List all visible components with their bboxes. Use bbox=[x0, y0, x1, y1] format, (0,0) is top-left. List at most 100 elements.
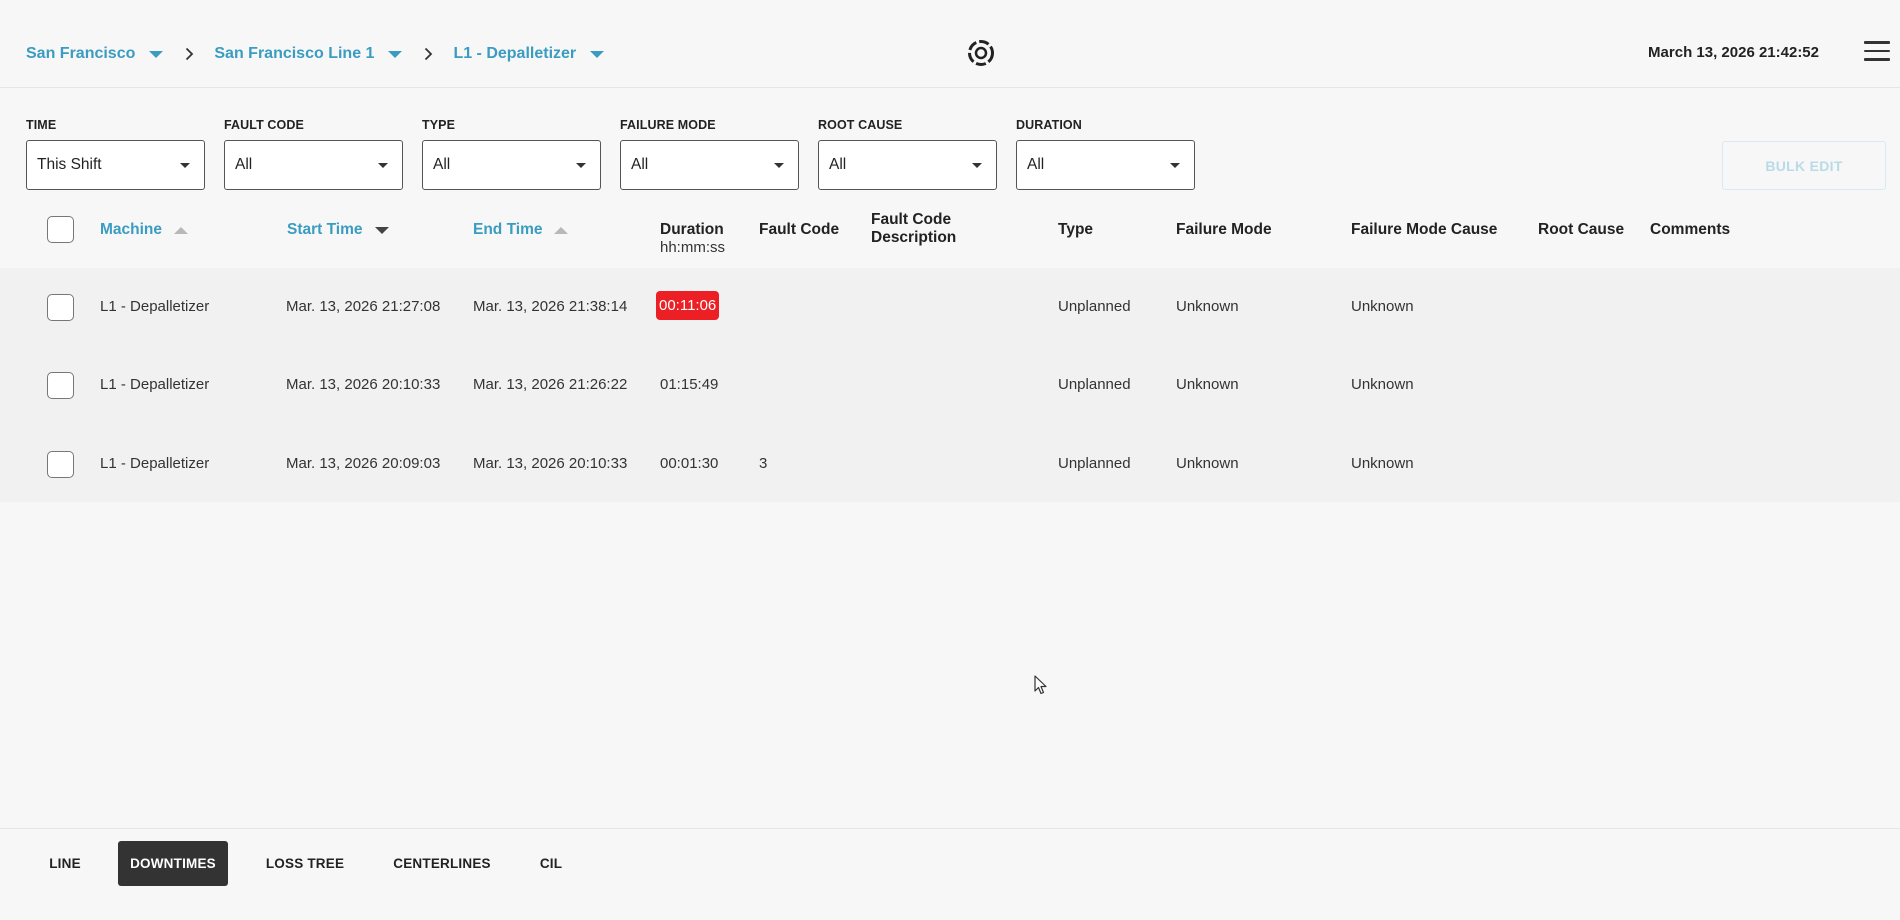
filter-failure-mode-value: All bbox=[631, 156, 649, 173]
current-datetime: March 13, 2026 21:42:52 bbox=[1648, 44, 1819, 61]
chevron-right-icon bbox=[424, 47, 433, 61]
column-header-fault-code-description: Fault Code Description bbox=[871, 211, 956, 247]
row-failure-mode: Unknown bbox=[1176, 376, 1239, 393]
bottom-nav: LINE DOWNTIMES LOSS TREE CENTERLINES CIL bbox=[0, 828, 1900, 920]
filter-time: TIME This Shift bbox=[26, 118, 205, 190]
column-header-fault-code-description-line2: Description bbox=[871, 229, 957, 246]
filter-duration-select[interactable]: All bbox=[1016, 140, 1195, 190]
chevron-down-icon bbox=[388, 50, 403, 58]
breadcrumb-machine-label: L1 - Depalletizer bbox=[453, 45, 577, 62]
row-fault-code: 3 bbox=[759, 455, 768, 472]
row-failure-mode: Unknown bbox=[1176, 455, 1239, 472]
row-checkbox[interactable] bbox=[47, 372, 74, 399]
row-end-time: Mar. 13, 2026 21:38:14 bbox=[473, 298, 628, 315]
filter-failure-mode-select[interactable]: All bbox=[620, 140, 799, 190]
filter-time-label: TIME bbox=[26, 118, 57, 132]
breadcrumb-line[interactable]: San Francisco Line 1 bbox=[214, 45, 403, 63]
breadcrumb-site-label: San Francisco bbox=[26, 45, 136, 62]
chevron-down-icon bbox=[576, 163, 586, 168]
filter-duration-value: All bbox=[1027, 156, 1045, 173]
filter-fault-code-value: All bbox=[235, 156, 253, 173]
filter-root-cause-label: ROOT CAUSE bbox=[818, 118, 903, 132]
breadcrumb: San Francisco San Francisco Line 1 L1 - … bbox=[26, 42, 605, 66]
row-type: Unplanned bbox=[1058, 298, 1131, 315]
chevron-down-icon bbox=[378, 163, 388, 168]
column-header-fault-code-description-line1: Fault Code bbox=[871, 211, 952, 228]
filter-type-select[interactable]: All bbox=[422, 140, 601, 190]
chevron-down-icon bbox=[590, 50, 605, 58]
breadcrumb-line-label: San Francisco Line 1 bbox=[214, 45, 375, 62]
filter-time-select[interactable]: This Shift bbox=[26, 140, 205, 190]
bulk-edit-button[interactable]: BULK EDIT bbox=[1722, 141, 1886, 190]
tab-line[interactable]: LINE bbox=[38, 841, 92, 886]
filter-time-value: This Shift bbox=[37, 156, 102, 173]
row-type: Unplanned bbox=[1058, 455, 1131, 472]
tab-loss-tree[interactable]: LOSS TREE bbox=[254, 841, 356, 886]
column-header-fault-code: Fault Code bbox=[759, 221, 840, 238]
row-failure-mode-cause: Unknown bbox=[1351, 455, 1414, 472]
column-header-failure-mode-cause: Failure Mode Cause bbox=[1351, 221, 1498, 238]
select-all-checkbox[interactable] bbox=[47, 216, 74, 243]
column-header-duration-unit: hh:mm:ss bbox=[660, 239, 726, 256]
row-start-time: Mar. 13, 2026 21:27:08 bbox=[286, 298, 441, 315]
sort-desc-icon bbox=[374, 226, 389, 234]
hamburger-menu-icon[interactable] bbox=[1864, 41, 1890, 63]
row-checkbox[interactable] bbox=[47, 451, 74, 478]
row-failure-mode-cause: Unknown bbox=[1351, 376, 1414, 393]
tab-centerlines[interactable]: CENTERLINES bbox=[382, 841, 502, 886]
chevron-down-icon bbox=[774, 163, 784, 168]
column-header-duration-label: Duration bbox=[660, 221, 724, 238]
column-header-machine[interactable]: Machine bbox=[100, 221, 189, 239]
column-header-end-time[interactable]: End Time bbox=[473, 221, 569, 239]
column-header-duration: Duration hh:mm:ss bbox=[660, 221, 725, 257]
row-checkbox[interactable] bbox=[47, 294, 74, 321]
column-header-start-time[interactable]: Start Time bbox=[287, 221, 389, 239]
column-header-type: Type bbox=[1058, 221, 1094, 238]
row-duration-badge: 00:11:06 bbox=[656, 291, 720, 320]
row-machine: L1 - Depalletizer bbox=[100, 376, 210, 393]
column-header-comments: Comments bbox=[1650, 221, 1731, 238]
column-header-start-time-label: Start Time bbox=[287, 221, 363, 238]
row-start-time: Mar. 13, 2026 20:09:03 bbox=[286, 455, 441, 472]
row-start-time: Mar. 13, 2026 20:10:33 bbox=[286, 376, 441, 393]
filter-type-value: All bbox=[433, 156, 451, 173]
filter-type: TYPE All bbox=[422, 118, 601, 190]
row-machine: L1 - Depalletizer bbox=[100, 298, 210, 315]
row-failure-mode-cause: Unknown bbox=[1351, 298, 1414, 315]
row-end-time: Mar. 13, 2026 20:10:33 bbox=[473, 455, 628, 472]
filter-root-cause: ROOT CAUSE All bbox=[818, 118, 997, 190]
chevron-down-icon bbox=[180, 163, 190, 168]
chevron-down-icon bbox=[972, 163, 982, 168]
filter-type-label: TYPE bbox=[422, 118, 456, 132]
row-end-time: Mar. 13, 2026 21:26:22 bbox=[473, 376, 628, 393]
column-header-root-cause: Root Cause bbox=[1538, 221, 1625, 238]
filter-root-cause-select[interactable]: All bbox=[818, 140, 997, 190]
filter-fault-code-select[interactable]: All bbox=[224, 140, 403, 190]
filter-root-cause-value: All bbox=[829, 156, 847, 173]
table-row[interactable]: L1 - Depalletizer Mar. 13, 2026 20:10:33… bbox=[0, 346, 1900, 424]
mouse-cursor-icon bbox=[1034, 675, 1048, 695]
row-failure-mode: Unknown bbox=[1176, 298, 1239, 315]
table-row[interactable]: L1 - Depalletizer Mar. 13, 2026 21:27:08… bbox=[0, 268, 1900, 346]
breadcrumb-machine[interactable]: L1 - Depalletizer bbox=[453, 45, 605, 63]
tab-downtimes[interactable]: DOWNTIMES bbox=[118, 841, 228, 886]
filter-failure-mode: FAILURE MODE All bbox=[620, 118, 799, 190]
filter-duration-label: DURATION bbox=[1016, 118, 1082, 132]
filter-fault-code: FAULT CODE All bbox=[224, 118, 403, 190]
sort-asc-icon bbox=[174, 226, 189, 234]
row-duration: 01:15:49 bbox=[660, 376, 719, 393]
chevron-right-icon bbox=[185, 47, 194, 61]
column-header-failure-mode: Failure Mode bbox=[1176, 221, 1272, 238]
top-header: San Francisco San Francisco Line 1 L1 - … bbox=[0, 0, 1900, 88]
column-header-end-time-label: End Time bbox=[473, 221, 543, 238]
filter-fault-code-label: FAULT CODE bbox=[224, 118, 304, 132]
sort-asc-icon bbox=[554, 226, 569, 234]
breadcrumb-site[interactable]: San Francisco bbox=[26, 45, 164, 63]
row-machine: L1 - Depalletizer bbox=[100, 455, 210, 472]
table-row[interactable]: L1 - Depalletizer Mar. 13, 2026 20:09:03… bbox=[0, 424, 1900, 502]
tab-cil[interactable]: CIL bbox=[528, 841, 574, 886]
filter-duration: DURATION All bbox=[1016, 118, 1195, 190]
chevron-down-icon bbox=[149, 50, 164, 58]
filter-failure-mode-label: FAILURE MODE bbox=[620, 118, 716, 132]
row-type: Unplanned bbox=[1058, 376, 1131, 393]
